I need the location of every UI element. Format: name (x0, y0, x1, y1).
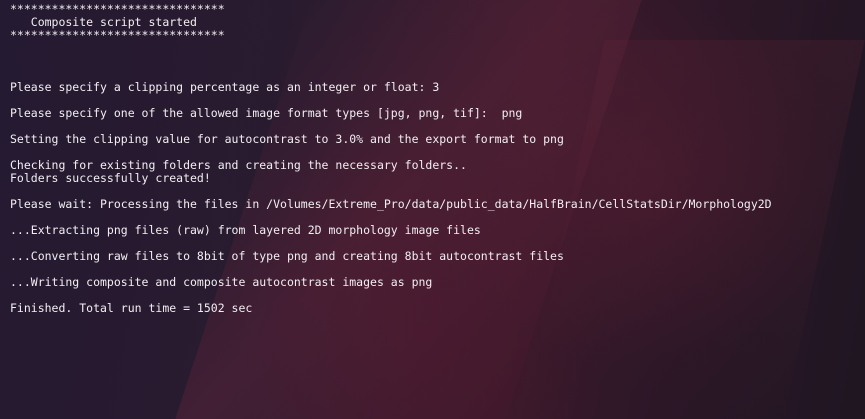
terminal-window[interactable]: ******************************* Composit… (0, 0, 865, 419)
banner-bottom: ******************************* (10, 28, 225, 42)
processing-path-line: Please wait: Processing the files in /Vo… (10, 197, 772, 211)
extracting-line: ...Extracting png files (raw) from layer… (10, 223, 481, 237)
clipping-prompt-line: Please specify a clipping percentage as … (10, 80, 440, 94)
finished-line: Finished. Total run time = 1502 sec (10, 301, 253, 315)
terminal-output: ******************************* Composit… (0, 0, 865, 315)
converting-line: ...Converting raw files to 8bit of type … (10, 249, 564, 263)
format-prompt-line: Please specify one of the allowed image … (10, 106, 523, 120)
folders-created-line: Folders successfully created! (10, 171, 211, 185)
writing-line: ...Writing composite and composite autoc… (10, 275, 433, 289)
settings-line: Setting the clipping value for autocontr… (10, 132, 564, 146)
